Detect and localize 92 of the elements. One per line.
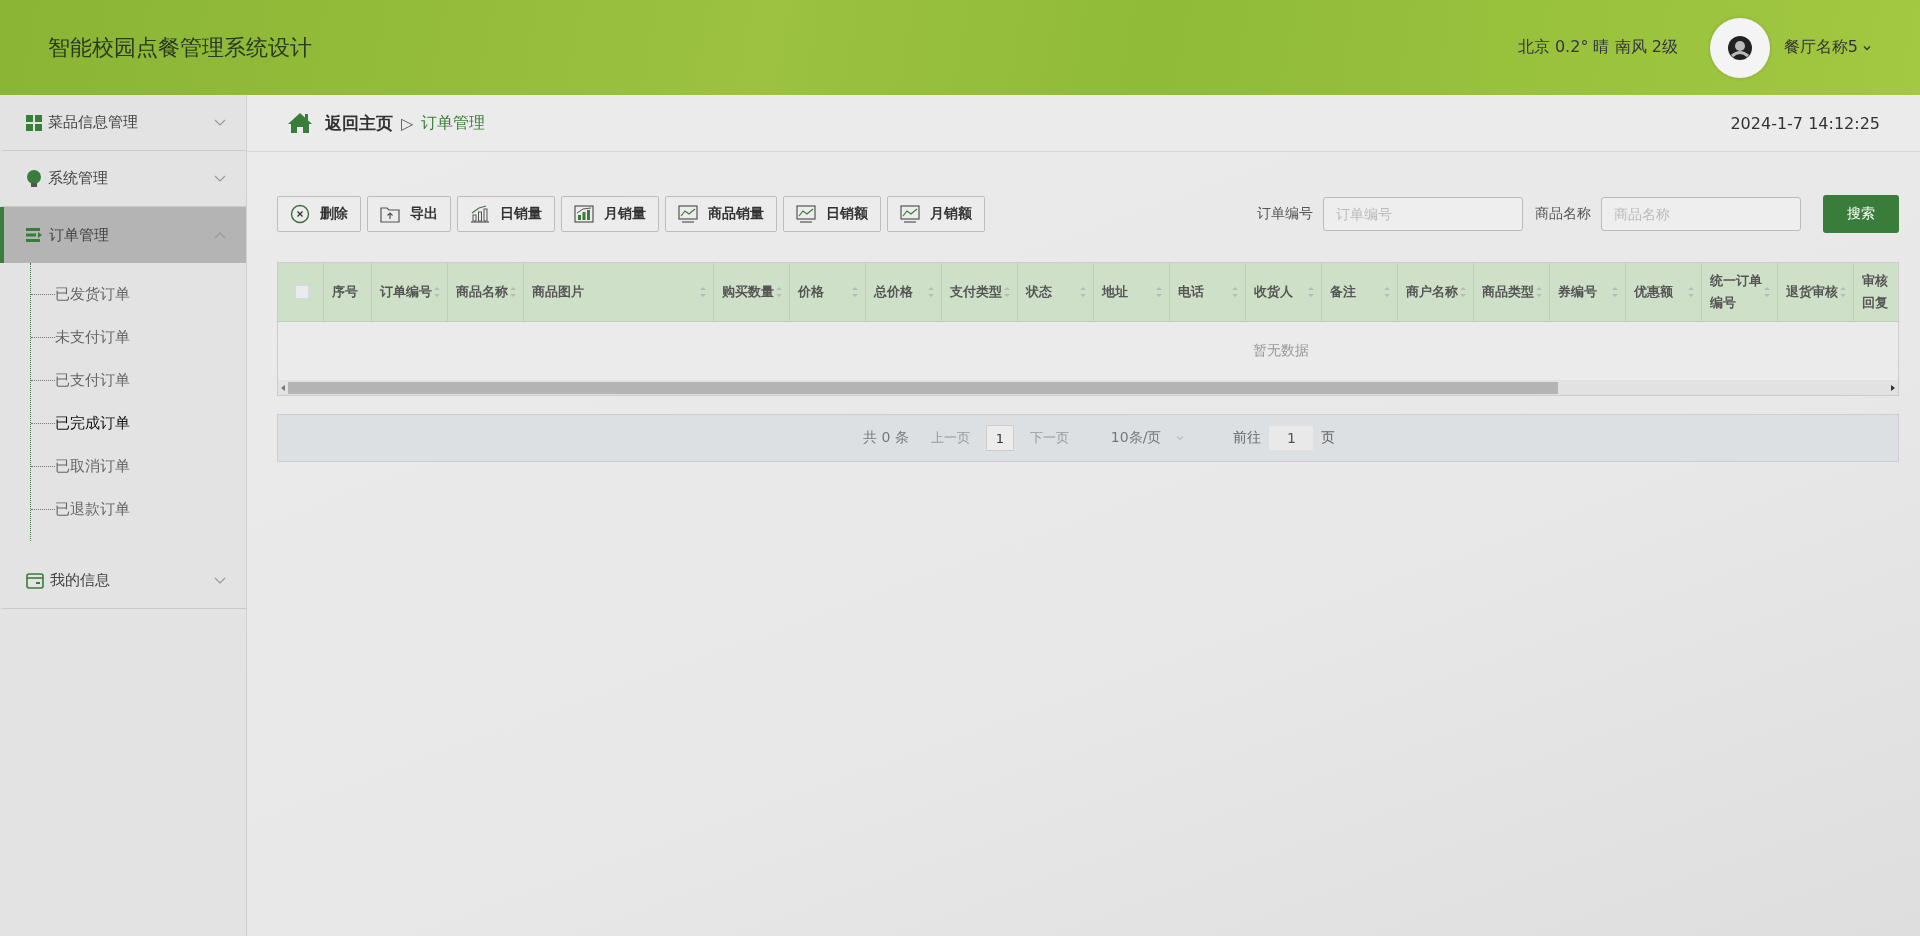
chevron-icon xyxy=(214,118,226,127)
weather-text: 北京 0.2° 晴 南风 2级 xyxy=(1517,37,1678,58)
submenu-item[interactable]: 已发货订单 xyxy=(55,285,130,304)
total-count: 共 0 条 xyxy=(863,429,909,447)
submenu-item[interactable]: 未支付订单 xyxy=(55,328,130,347)
search-button[interactable]: 搜索 xyxy=(1823,195,1899,233)
page-unit-label: 页 xyxy=(1321,429,1336,447)
column-header[interactable]: 审核回复 xyxy=(1862,270,1892,314)
submenu-item[interactable]: 已支付订单 xyxy=(55,371,130,390)
sort-icon[interactable] xyxy=(433,285,441,299)
sort-icon[interactable] xyxy=(775,285,783,299)
page-number[interactable]: 1 xyxy=(985,425,1014,451)
column-header[interactable]: 统一订单编号 xyxy=(1710,270,1763,314)
chevron-icon xyxy=(214,231,226,239)
submenu-item[interactable]: 已完成订单 xyxy=(55,414,130,433)
list-icon xyxy=(26,228,43,242)
sidebar-item[interactable]: 我的信息 xyxy=(0,553,246,609)
line-chart-icon xyxy=(678,205,698,223)
column-header[interactable]: 购买数量 xyxy=(722,281,775,303)
toolbar-button[interactable]: 月销量 xyxy=(561,196,659,232)
submenu-item[interactable]: 已退款订单 xyxy=(55,500,130,519)
chevron-icon xyxy=(214,174,226,183)
toolbar-button[interactable]: 删除 xyxy=(277,196,361,232)
sort-icon[interactable] xyxy=(509,285,517,299)
sort-icon[interactable] xyxy=(699,285,707,299)
toolbar-button[interactable]: 月销额 xyxy=(887,196,985,232)
goto-page-field[interactable]: 1 xyxy=(1269,426,1314,450)
sort-icon[interactable] xyxy=(1459,285,1467,299)
column-header[interactable]: 商品类型 xyxy=(1482,281,1535,303)
column-header[interactable]: 商户名称 xyxy=(1406,281,1459,303)
search-label: 商品名称 xyxy=(1535,205,1591,223)
sort-icon[interactable] xyxy=(1839,285,1847,299)
column-header[interactable]: 支付类型 xyxy=(950,281,1003,303)
column-header[interactable]: 商品名称 xyxy=(456,281,509,303)
sort-icon[interactable] xyxy=(1307,285,1315,299)
grid-icon xyxy=(26,114,42,131)
bar-chart-icon xyxy=(574,205,594,223)
sort-icon[interactable] xyxy=(1383,285,1391,299)
user-icon xyxy=(1726,34,1753,61)
folder-upload-icon xyxy=(380,205,400,223)
sort-icon[interactable] xyxy=(1003,285,1011,299)
breadcrumb-separator: ▷ xyxy=(401,113,414,133)
sort-icon[interactable] xyxy=(1231,285,1239,299)
sort-icon[interactable] xyxy=(1687,285,1695,299)
caret-icon xyxy=(1175,433,1186,443)
sidebar-item[interactable]: 订单管理 xyxy=(0,207,246,263)
column-header[interactable]: 地址 xyxy=(1102,281,1155,303)
column-header[interactable]: 商品图片 xyxy=(532,281,699,303)
close-icon xyxy=(290,204,310,224)
user-menu[interactable]: 餐厅名称5 xyxy=(1783,37,1872,58)
sort-icon[interactable] xyxy=(1155,285,1163,299)
column-header[interactable]: 总价格 xyxy=(874,281,927,303)
toolbar-button[interactable]: 导出 xyxy=(367,196,451,232)
column-header[interactable]: 状态 xyxy=(1026,281,1079,303)
line-chart-icon xyxy=(900,205,920,223)
toolbar-button[interactable]: 日销额 xyxy=(783,196,881,232)
home-link[interactable]: 返回主页 xyxy=(325,111,393,135)
submenu-item[interactable]: 已取消订单 xyxy=(55,457,130,476)
page-size-select[interactable]: 10条/页 xyxy=(1104,428,1192,448)
column-header[interactable]: 价格 xyxy=(798,281,851,303)
column-header[interactable]: 优惠额 xyxy=(1634,281,1687,303)
app-title: 智能校园点餐管理系统设计 xyxy=(48,33,312,62)
sort-icon[interactable] xyxy=(927,285,935,299)
column-header[interactable]: 订单编号 xyxy=(380,281,433,303)
chevron-icon xyxy=(214,576,226,585)
bulb-icon xyxy=(26,169,42,188)
bar-chart-icon xyxy=(470,205,490,223)
toolbar-button[interactable]: 商品销量 xyxy=(665,196,777,232)
breadcrumb-current: 订单管理 xyxy=(421,112,486,134)
search-label: 订单编号 xyxy=(1257,205,1313,223)
line-chart-icon xyxy=(796,205,816,223)
avatar[interactable] xyxy=(1709,17,1770,78)
empty-message: 暂无数据 xyxy=(1253,342,1309,360)
column-header[interactable]: 备注 xyxy=(1330,281,1383,303)
wallet-icon xyxy=(26,572,44,589)
column-header[interactable]: 序号 xyxy=(332,281,365,303)
goto-label: 前往 xyxy=(1233,429,1262,447)
column-header[interactable]: 券编号 xyxy=(1558,281,1611,303)
sort-icon[interactable] xyxy=(851,285,859,299)
sort-icon[interactable] xyxy=(1079,285,1087,299)
sort-icon[interactable] xyxy=(1763,285,1771,299)
sidebar-item[interactable]: 菜品信息管理 xyxy=(0,95,246,151)
sort-icon[interactable] xyxy=(1611,285,1619,299)
horizontal-scrollbar[interactable] xyxy=(278,380,1898,395)
column-header[interactable]: 收货人 xyxy=(1254,281,1307,303)
home-icon[interactable] xyxy=(287,112,313,134)
toolbar-button[interactable]: 日销量 xyxy=(457,196,555,232)
sort-icon[interactable] xyxy=(1535,285,1543,299)
datetime-text: 2024-1-7 14:12:25 xyxy=(1730,113,1880,133)
checkbox[interactable] xyxy=(294,285,309,299)
column-header[interactable]: 电话 xyxy=(1178,281,1231,303)
column-header[interactable]: 退货审核 xyxy=(1786,281,1839,303)
